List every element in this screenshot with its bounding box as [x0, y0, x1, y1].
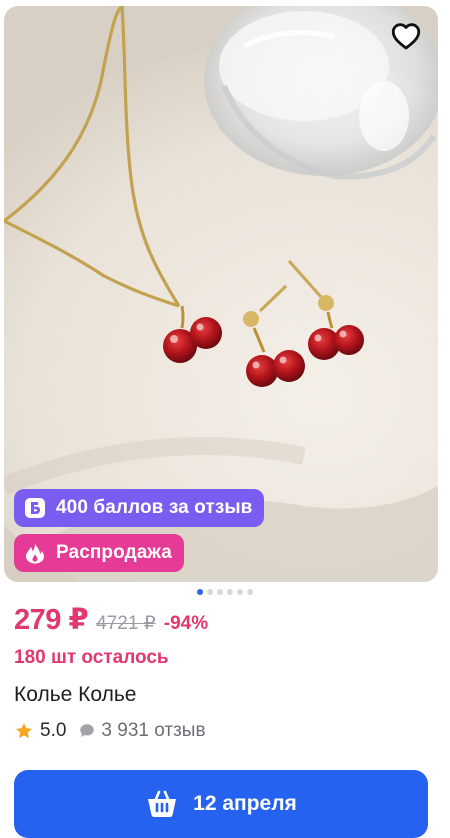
gallery-dot[interactable]: [217, 589, 223, 595]
rating-row: 5.0 3 931 отзыв: [14, 720, 206, 742]
sale-badge-label: Распродажа: [56, 542, 172, 563]
stock-remaining: 180 шт осталось: [14, 647, 169, 668]
add-to-cart-button[interactable]: 12 апреля: [14, 770, 428, 838]
comment-bubble-icon: [80, 724, 95, 737]
points-badge: 400 баллов за отзыв: [14, 489, 265, 527]
product-card[interactable]: 400 баллов за отзыв Распродажа 279 ₽ 472…: [0, 0, 450, 838]
old-price: 4721 ₽: [96, 613, 156, 634]
favorite-button[interactable]: [386, 16, 426, 56]
gallery-dot[interactable]: [227, 589, 233, 595]
product-title[interactable]: Колье Колье: [14, 683, 136, 707]
discount-label: -94%: [163, 613, 209, 634]
points-b-icon: [24, 497, 46, 519]
gallery-dot[interactable]: [207, 589, 213, 595]
delivery-date-label: 12 апреля: [193, 792, 297, 815]
star-icon: [16, 723, 32, 739]
points-badge-label: 400 баллов за отзыв: [56, 497, 253, 518]
gallery-dot[interactable]: [247, 589, 253, 595]
rating-value: 5.0: [40, 720, 67, 741]
gallery-dot[interactable]: [237, 589, 243, 595]
gallery-pagination: [0, 589, 450, 595]
price-row: 279 ₽ 4721 ₽ -94%: [14, 602, 208, 637]
sale-badge: Распродажа: [14, 534, 184, 572]
basket-icon: [148, 790, 177, 817]
fire-icon: [24, 542, 46, 564]
current-price: 279 ₽: [14, 604, 89, 636]
gallery-dot[interactable]: [197, 589, 203, 595]
heart-outline-icon: [391, 23, 421, 50]
reviews-count[interactable]: 3 931 отзыв: [101, 720, 205, 742]
